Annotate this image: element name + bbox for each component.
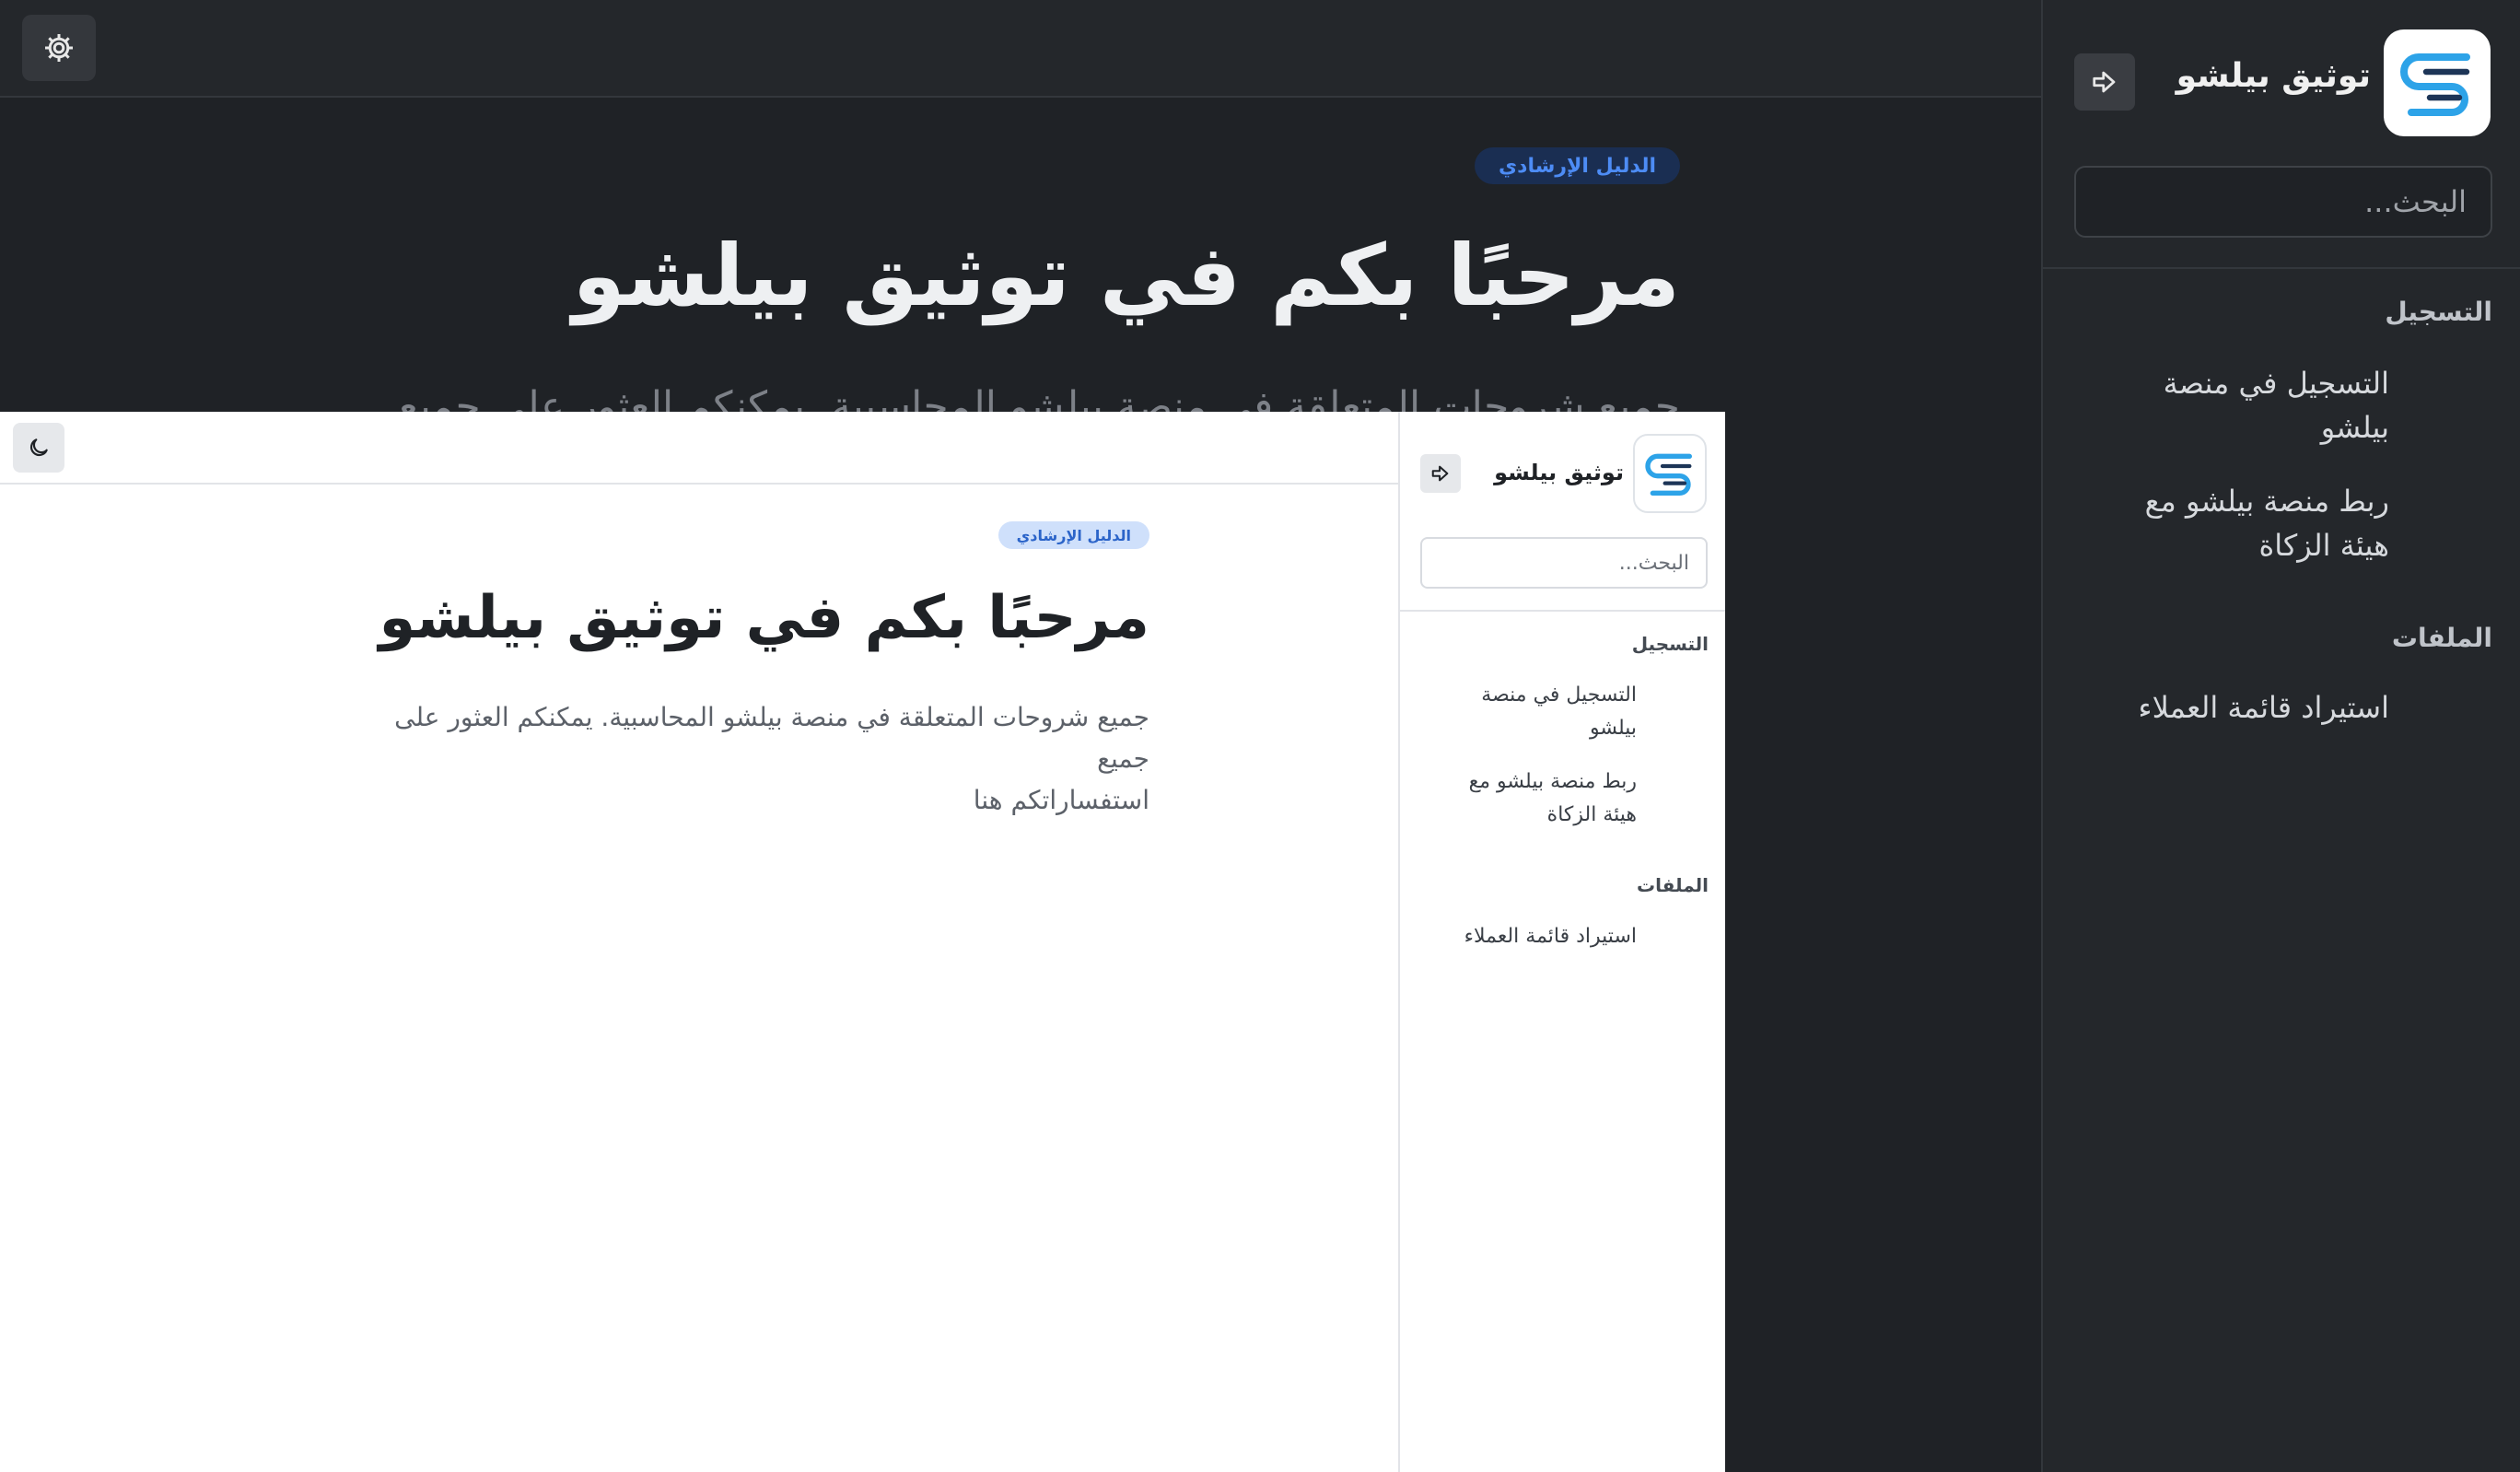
nav-item-label: التسجيل في منصة bbox=[2163, 366, 2389, 401]
nav-item-registration[interactable]: التسجيل في منصة بيلشو bbox=[1481, 679, 1637, 745]
subtitle-line: استفساراتكم هنا bbox=[973, 785, 1149, 815]
nav-item-label: بيلشو bbox=[1589, 717, 1637, 740]
nav-item-label: بيلشو bbox=[2320, 410, 2389, 445]
theme-toggle-button[interactable] bbox=[22, 15, 96, 81]
nav-item-label: استيراد قائمة العملاء bbox=[1464, 925, 1637, 948]
doc-lines-logo-icon[interactable] bbox=[2384, 29, 2491, 136]
nav-item-label: هيئة الزكاة bbox=[2258, 528, 2389, 563]
collapse-sidebar-button[interactable] bbox=[1420, 454, 1461, 493]
subtitle-line: جميع شروحات المتعلقة في منصة بيلشو المحا… bbox=[394, 702, 1149, 774]
main-content: الدليل الإرشادي مرحبًا بكم في توثيق بيلش… bbox=[0, 485, 1398, 1472]
nav-item-registration[interactable]: التسجيل في منصة بيلشو bbox=[2164, 361, 2389, 450]
moon-icon bbox=[29, 438, 48, 457]
nav-section-title: الملفات bbox=[1637, 874, 1709, 896]
page-title: مرحبًا بكم في توثيق بيلشو bbox=[379, 584, 1149, 652]
nav-section-title: التسجيل bbox=[1631, 633, 1709, 655]
light-app-window: توثيق بيلشو التسجيل التسجيل في منصة بيلش… bbox=[0, 412, 1725, 1472]
search-input[interactable] bbox=[1420, 537, 1708, 589]
nav-item-label: ربط منصة بيلشو مع bbox=[1468, 770, 1637, 793]
arrow-right-icon bbox=[2093, 71, 2116, 93]
theme-toggle-button[interactable] bbox=[13, 423, 64, 473]
guide-badge: الدليل الإرشادي bbox=[1475, 147, 1680, 184]
sidebar: توثيق بيلشو التسجيل التسجيل في منصة بيلش… bbox=[1398, 412, 1725, 1472]
nav-item-label: ربط منصة بيلشو مع bbox=[2144, 484, 2389, 519]
nav-item-zakat-link[interactable]: ربط منصة بيلشو مع هيئة الزكاة bbox=[2145, 479, 2389, 567]
arrow-right-icon bbox=[1431, 465, 1449, 482]
nav-item-import-customers[interactable]: استيراد قائمة العملاء bbox=[1464, 920, 1637, 953]
guide-badge: الدليل الإرشادي bbox=[998, 521, 1149, 549]
brand-name[interactable]: توثيق بيلشو bbox=[1494, 460, 1624, 485]
collapse-sidebar-button[interactable] bbox=[2074, 53, 2135, 111]
top-bar bbox=[0, 412, 1398, 485]
brand-name[interactable]: توثيق بيلشو bbox=[2176, 57, 2371, 95]
sidebar: توثيق بيلشو التسجيل التسجيل في منصة بيلش… bbox=[2041, 0, 2520, 1472]
page-subtitle: جميع شروحات المتعلقة في منصة بيلشو المحا… bbox=[339, 696, 1149, 821]
nav-item-import-customers[interactable]: استيراد قائمة العملاء bbox=[2139, 685, 2389, 730]
page-title: مرحبًا بكم في توثيق بيلشو bbox=[572, 227, 1680, 325]
sidebar-divider bbox=[2043, 267, 2520, 269]
search-input[interactable] bbox=[2074, 166, 2492, 238]
top-bar bbox=[0, 0, 2041, 98]
nav-item-label: التسجيل في منصة bbox=[1481, 683, 1637, 707]
sidebar-divider bbox=[1400, 610, 1725, 612]
nav-item-zakat-link[interactable]: ربط منصة بيلشو مع هيئة الزكاة bbox=[1469, 765, 1637, 832]
gear-icon bbox=[45, 34, 73, 62]
nav-item-label: هيئة الزكاة bbox=[1546, 803, 1637, 826]
nav-section-title: الملفات bbox=[2391, 623, 2492, 653]
nav-section-title: التسجيل bbox=[2385, 297, 2492, 327]
doc-lines-logo-icon[interactable] bbox=[1633, 434, 1707, 513]
nav-item-label: استيراد قائمة العملاء bbox=[2138, 690, 2389, 725]
